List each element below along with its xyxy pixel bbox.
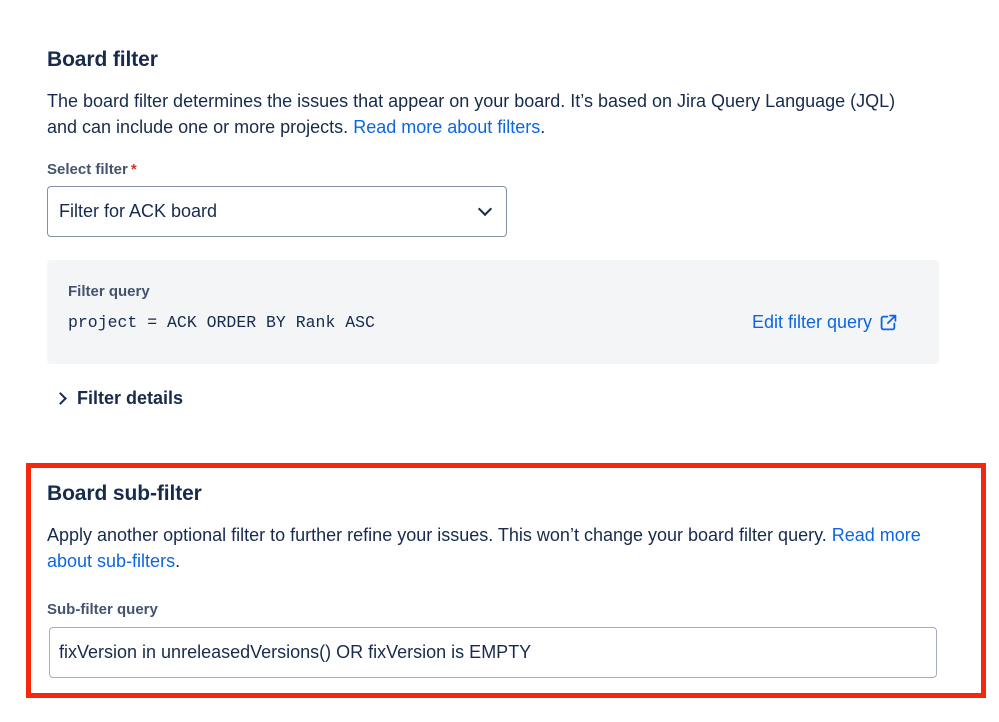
sub-filter-query-label: Sub-filter query [47, 601, 158, 618]
board-filter-description-end: . [540, 117, 546, 137]
filter-details-toggle[interactable]: Filter details [54, 388, 184, 409]
board-filter-description: The board filter determines the issues t… [47, 88, 927, 140]
select-filter-label: Select filter * [47, 161, 137, 178]
external-link-icon [880, 314, 897, 331]
read-more-filters-link[interactable]: Read more about filters [353, 117, 540, 137]
select-filter-label-text: Select filter [47, 161, 128, 178]
filter-details-label: Filter details [77, 388, 184, 408]
filter-query-label: Filter query [68, 283, 150, 300]
sub-filter-description-end: . [175, 551, 181, 571]
filter-query-panel: Filter query project = ACK ORDER BY Rank… [47, 260, 939, 364]
edit-filter-query-link[interactable]: Edit filter query [752, 312, 897, 333]
chevron-down-icon [477, 201, 493, 217]
sub-filter-query-input[interactable]: fixVersion in unreleasedVersions() OR fi… [49, 627, 937, 678]
edit-filter-query-label: Edit filter query [751, 312, 872, 332]
chevron-right-icon [54, 392, 67, 405]
filter-query-code: project = ACK ORDER BY Rank ASC [68, 313, 375, 332]
sub-filter-description-text: Apply another optional filter to further… [47, 525, 827, 545]
sub-filter-description: Apply another optional filter to further… [47, 522, 927, 574]
select-filter-dropdown[interactable]: Filter for ACK board [47, 186, 507, 237]
sub-filter-title: Board sub-filter [47, 482, 202, 505]
board-filter-title: Board filter [47, 48, 158, 71]
select-filter-value: Filter for ACK board [59, 201, 218, 221]
required-indicator: * [130, 161, 137, 178]
